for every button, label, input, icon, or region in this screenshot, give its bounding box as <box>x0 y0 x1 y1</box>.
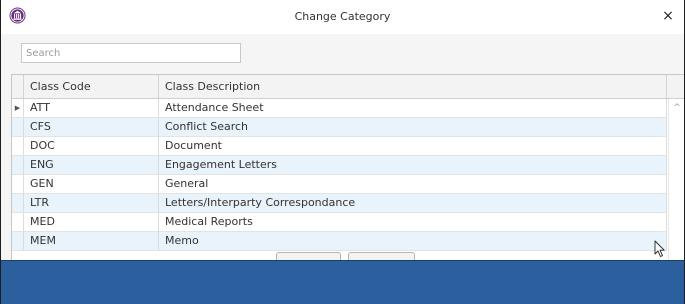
category-grid: Class Code Class Description ▶ ATT Atten… <box>11 74 684 280</box>
table-row[interactable]: CFS Conflict Search <box>12 118 667 137</box>
current-row-indicator: ▶ <box>12 99 24 117</box>
class-description-cell: Attendance Sheet <box>159 99 667 117</box>
class-code-cell: ENG <box>24 156 159 174</box>
column-header-class-code[interactable]: Class Code <box>24 75 159 98</box>
table-row[interactable]: LTR Letters/Interparty Correspondance <box>12 194 667 213</box>
class-description-cell: Memo <box>159 232 667 250</box>
row-indicator <box>12 232 24 250</box>
class-code-cell: DOC <box>24 137 159 155</box>
row-indicator <box>12 213 24 231</box>
title-bar: Change Category × <box>1 0 684 34</box>
class-code-cell: MEM <box>24 232 159 250</box>
dialog-body: Class Code Class Description ▶ ATT Atten… <box>1 34 684 280</box>
class-description-cell: Document <box>159 137 667 155</box>
class-code-cell: ATT <box>24 99 159 117</box>
class-description-cell: General <box>159 175 667 193</box>
class-description-cell: Letters/Interparty Correspondance <box>159 194 667 212</box>
close-icon[interactable]: × <box>661 9 675 23</box>
table-row[interactable]: MEM Memo <box>12 232 667 251</box>
column-header-class-description[interactable]: Class Description <box>159 75 667 98</box>
dialog-title: Change Category <box>294 10 391 23</box>
grid-header: Class Code Class Description <box>12 75 684 99</box>
table-row[interactable]: GEN General <box>12 175 667 194</box>
class-description-cell: Engagement Letters <box>159 156 667 174</box>
table-row[interactable]: ENG Engagement Letters <box>12 156 667 175</box>
class-code-cell: MED <box>24 213 159 231</box>
vertical-scrollbar[interactable]: ^ v <box>668 99 684 279</box>
change-category-dialog: Change Category × Class Code Class Descr… <box>0 0 685 304</box>
scroll-up-icon[interactable]: ^ <box>669 101 684 115</box>
class-code-cell: GEN <box>24 175 159 193</box>
row-indicator <box>12 137 24 155</box>
search-input[interactable] <box>21 43 241 63</box>
class-code-cell: CFS <box>24 118 159 136</box>
table-row[interactable]: ▶ ATT Attendance Sheet <box>12 99 667 118</box>
header-filler <box>667 75 684 98</box>
row-indicator <box>12 194 24 212</box>
class-description-cell: Conflict Search <box>159 118 667 136</box>
table-row[interactable]: MED Medical Reports <box>12 213 667 232</box>
row-indicator <box>12 118 24 136</box>
table-row[interactable]: DOC Document <box>12 137 667 156</box>
class-code-cell: LTR <box>24 194 159 212</box>
class-description-cell: Medical Reports <box>159 213 667 231</box>
mouse-pointer-icon <box>654 240 665 257</box>
footer-bar <box>1 260 684 304</box>
row-indicator <box>12 175 24 193</box>
row-indicator-header <box>12 75 24 98</box>
row-indicator <box>12 156 24 174</box>
